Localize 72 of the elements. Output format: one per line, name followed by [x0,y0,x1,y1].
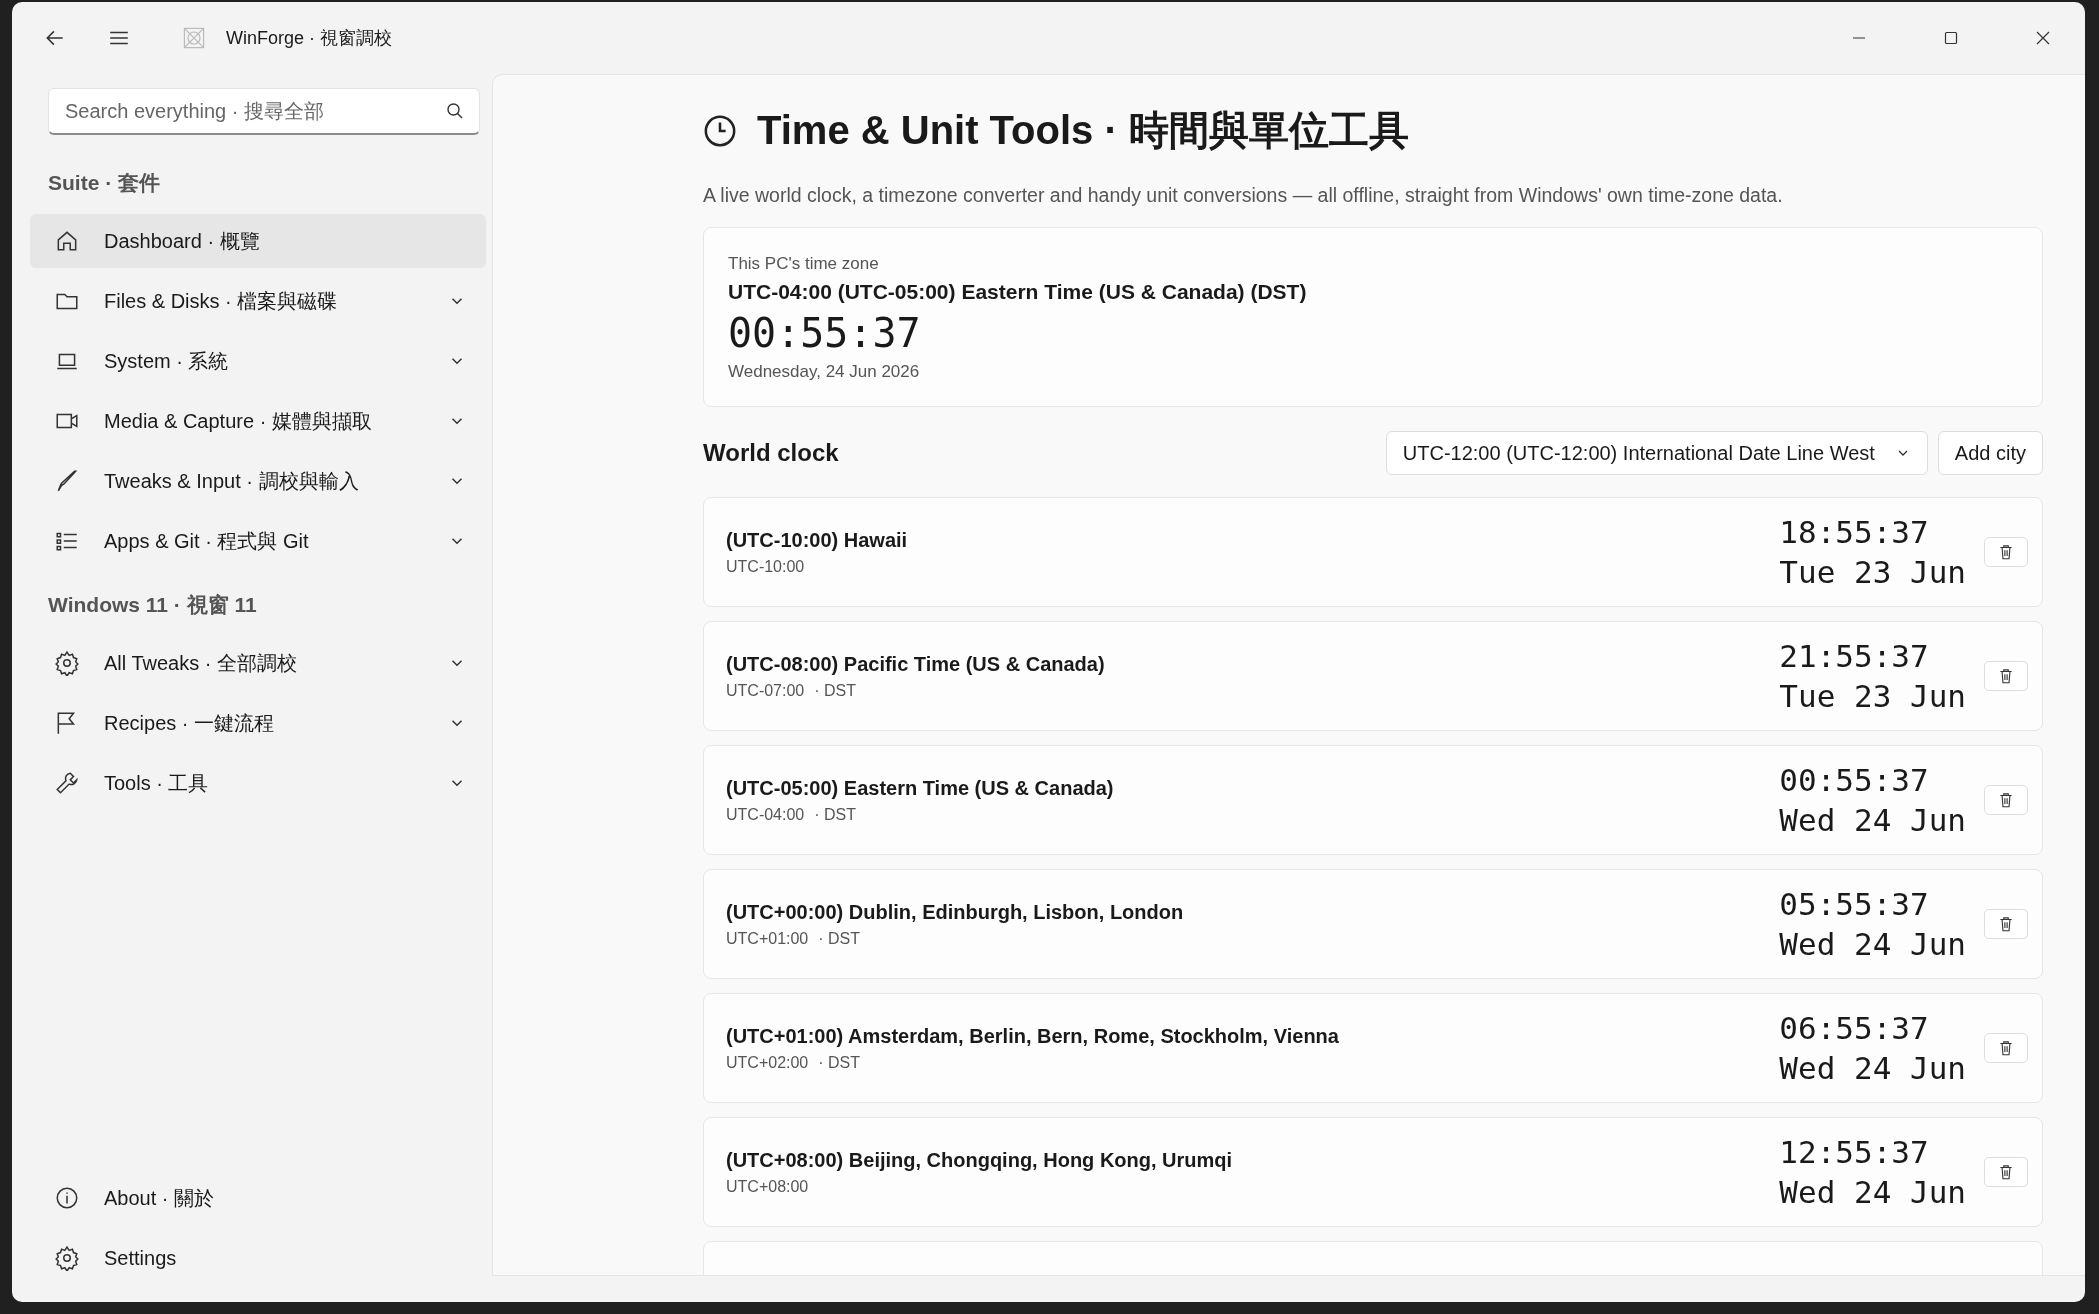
city-time: 21:55:37 [1779,637,1930,676]
city-name: (UTC+01:00) Amsterdam, Berlin, Bern, Rome, Stockholm, Vienna [726,1024,1340,1048]
city-date: Wed 24 Jun [1779,1173,1966,1212]
clock-icon [703,113,737,148]
utc-offset: UTC-04:00 [726,805,805,824]
city-date: Wed 24 Jun [1779,801,1966,840]
local-date: Wednesday, 24 Jun 2026 [728,362,921,382]
card-label: This PC's time zone [728,254,880,274]
city-name: (UTC-08:00) Pacific Time (US & Canada) [726,652,1106,676]
delete-button[interactable] [1984,1157,2028,1187]
city-date: Tue 23 Jun [1779,677,1966,716]
section-heading: World clock [703,439,839,467]
gear-icon [54,650,80,676]
page-description: A live world clock, a timezone converter and handy unit conversions — all offline, straight from Windows' own time-zone data. [703,184,1784,207]
delete-button[interactable] [1984,1033,2028,1063]
time-zone-dropdown[interactable]: UTC-12:00 (UTC-12:00) International Date Line West [1385,431,1928,475]
search-input[interactable]: Search everything · 搜尋全部 [63,98,445,124]
nav-item[interactable]: Files & Disks · 檔案與磁碟 [30,274,486,328]
city-date: Wed 24 Jun [1779,925,1966,964]
dst-tag: · DST [818,929,861,948]
nav-item[interactable]: Media & Capture · 媒體與擷取 [30,394,486,448]
utc-offset: UTC+02:00 [726,1053,809,1072]
delete-button[interactable] [1984,909,2028,939]
nav-item[interactable]: Recipes · 一鍵流程 [30,696,486,750]
search-icon[interactable] [445,101,465,121]
nav-item[interactable]: Tools · 工具 [30,756,486,810]
delete-button[interactable] [1984,785,2028,815]
page-title: Time & Unit Tools · 時間與單位工具 [757,107,1409,154]
nav-item[interactable]: Settings [30,1231,486,1285]
utc-offset: UTC+01:00 [726,929,809,948]
utc-offset: UTC+08:00 [726,1177,809,1196]
delete-button[interactable] [1984,537,2028,567]
app-icon [182,26,206,50]
gear-icon [54,1245,80,1271]
utc-offset: UTC-07:00 [726,681,805,700]
wrench-icon [54,770,80,796]
window-title: WinForge · 視窗調校 [226,27,393,50]
city-time: 05:55:37 [1779,885,1930,924]
dst-tag: · DST [814,805,857,824]
nav-item[interactable]: All Tweaks · 全部調校 [30,636,486,690]
city-time: 12:55:37 [1779,1133,1930,1172]
city-time: 00:55:37 [1779,761,1930,800]
trash-icon [1997,667,2015,685]
trash-icon [1997,1039,2015,1057]
local-time: 00:55:37 [728,310,922,356]
delete-button[interactable] [1984,661,2028,691]
nav-item[interactable]: Apps & Git · 程式與 Git [30,514,486,568]
city-date: Tue 23 Jun [1779,553,1966,592]
search-field[interactable]: Search everything · 搜尋全部 [48,88,480,135]
utc-offset: UTC-10:00 [726,557,805,576]
city-date: Wed 24 Jun [1779,1049,1966,1088]
nav-item[interactable]: Tweaks & Input · 調校與輸入 [30,454,486,508]
city-time: 06:55:37 [1779,1009,1930,1048]
city-name: (UTC-10:00) Hawaii [726,528,909,552]
dst-tag: · DST [814,681,857,700]
info-icon [54,1185,80,1211]
city-time: 18:55:37 [1779,513,1930,552]
trash-icon [1997,1163,2015,1181]
nav-item[interactable]: System · 系統 [30,334,486,388]
trash-icon [1997,543,2015,561]
nav-item[interactable]: About · 關於 [30,1171,486,1225]
trash-icon [1997,915,2015,933]
section-heading: Suite · 套件 [47,170,161,196]
trash-icon [1997,791,2015,809]
time-zone-name: UTC-04:00 (UTC-05:00) Eastern Time (US & Canada) (DST) [728,280,1308,304]
city-name: (UTC+08:00) Beijing, Chongqing, Hong Kong, Urumqi [726,1148,1234,1172]
dst-tag: · DST [818,1053,861,1072]
city-name: (UTC-05:00) Eastern Time (US & Canada) [726,776,1115,800]
nav-item[interactable]: Dashboard · 概覽 [30,214,486,268]
add-city-button[interactable]: Add city [1937,431,2043,475]
city-name: (UTC+00:00) Dublin, Edinburgh, Lisbon, London [726,900,1185,924]
section-heading: Windows 11 · 視窗 11 [47,592,258,618]
